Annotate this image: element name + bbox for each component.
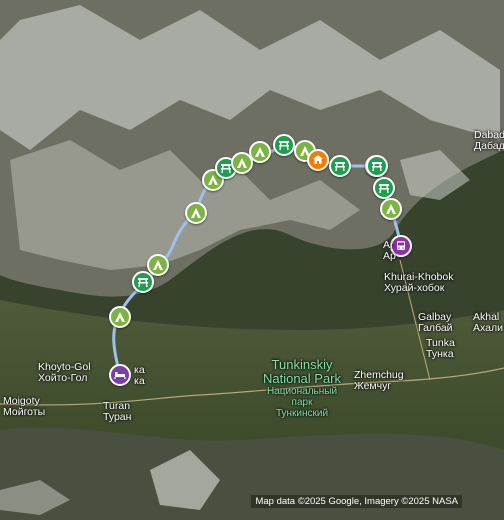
- place-label-tunka: Tunka Тунка: [426, 337, 455, 360]
- campsite-marker[interactable]: [231, 152, 253, 174]
- place-label-moigoty: Moigoty Мойготы: [3, 395, 46, 418]
- lodging-marker[interactable]: [109, 364, 131, 386]
- bed-icon: [114, 369, 126, 381]
- place-label-nilovka: ка ка: [134, 364, 145, 387]
- picnic-marker[interactable]: [373, 177, 395, 199]
- picnic-table-icon: [371, 160, 383, 172]
- tent-icon: [385, 203, 397, 215]
- picnic-table-icon: [334, 160, 346, 172]
- picnic-marker[interactable]: [132, 271, 154, 293]
- park-label-tunkinskiy: Tunkinskiy National Park Национальный па…: [262, 357, 342, 420]
- bus-icon: [395, 240, 407, 252]
- picnic-marker[interactable]: [366, 155, 388, 177]
- campsite-marker[interactable]: [380, 198, 402, 220]
- tent-icon: [114, 311, 126, 323]
- place-label-khurai-khobok: Khurai-Khobok Хурай-хобок: [384, 271, 454, 294]
- place-label-galbay: Galbay Галбай: [418, 311, 453, 334]
- tent-icon: [254, 146, 266, 158]
- map-view[interactable]: Dabad Дабад Ar Ар Khurai-Khobok Хурай-хобок…: [0, 0, 504, 520]
- picnic-table-icon: [278, 139, 290, 151]
- shelter-icon: [312, 154, 324, 166]
- place-label-turan: Turan Туран: [103, 400, 132, 423]
- picnic-marker[interactable]: [329, 155, 351, 177]
- tent-icon: [236, 157, 248, 169]
- place-label-arshan: Ar Ар: [383, 239, 396, 262]
- tent-icon: [207, 174, 219, 186]
- campsite-marker[interactable]: [185, 202, 207, 224]
- tent-icon: [152, 259, 164, 271]
- trail-route-line[interactable]: [0, 0, 504, 520]
- tent-icon: [190, 207, 202, 219]
- campsite-marker[interactable]: [109, 306, 131, 328]
- place-label-dabad: Dabad Дабад: [474, 129, 504, 152]
- campsite-marker[interactable]: [147, 254, 169, 276]
- picnic-table-icon: [378, 182, 390, 194]
- map-attribution: Map data ©2025 Google, Imagery ©2025 NAS…: [251, 495, 462, 508]
- picnic-table-icon: [137, 276, 149, 288]
- place-label-akhali: Akhal Ахали: [473, 311, 503, 334]
- picnic-marker[interactable]: [273, 134, 295, 156]
- shelter-marker[interactable]: [307, 149, 329, 171]
- place-label-khoyto-gol: Khoyto-Gol Хойто-Гол: [38, 361, 91, 384]
